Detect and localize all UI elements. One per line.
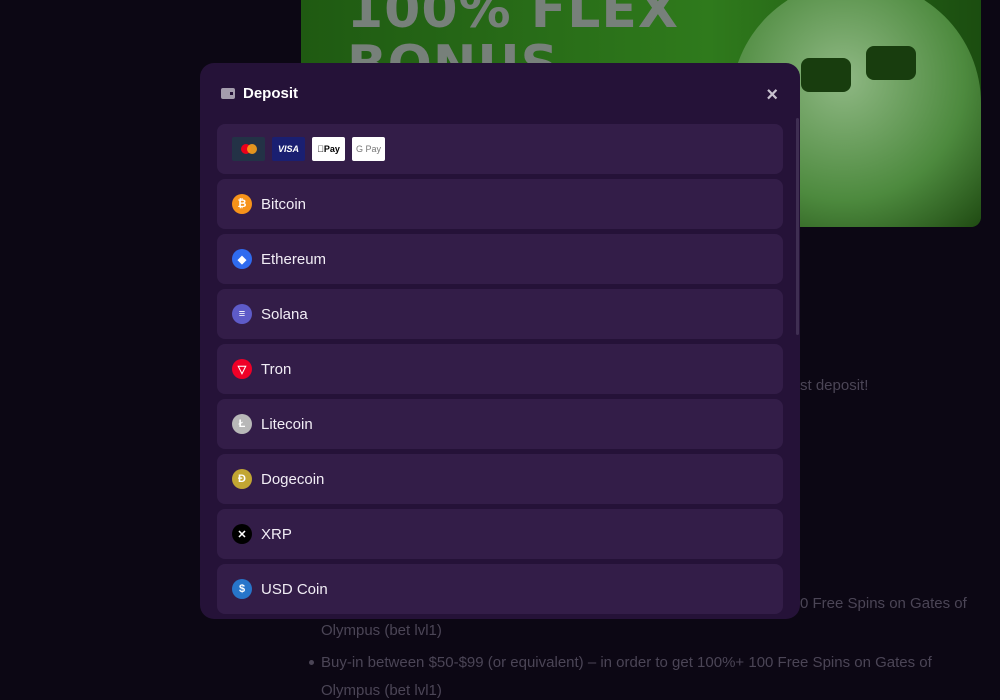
ethereum-icon: ◆	[232, 249, 252, 269]
payment-method-usd-coin[interactable]: $ USD Coin	[217, 564, 783, 614]
google-pay-icon: G Pay	[352, 137, 385, 161]
bullet	[309, 660, 314, 665]
payment-method-xrp[interactable]: ✕ XRP	[217, 509, 783, 559]
dogecoin-icon: Ð	[232, 469, 252, 489]
method-label: Dogecoin	[261, 470, 325, 488]
method-label: USD Coin	[261, 580, 328, 598]
payment-method-dogecoin[interactable]: Ð Dogecoin	[217, 454, 783, 504]
deposit-modal: Deposit × VISA Pay G Pay ₿ Bitcoin ◆ Ether…	[200, 63, 800, 619]
payment-method-list: VISA Pay G Pay ₿ Bitcoin ◆ Ethereum ≡ Solana…	[217, 124, 783, 619]
method-label: Solana	[261, 305, 308, 323]
wallet-icon	[221, 88, 235, 99]
bg-text-fragment: 0 Free Spins on Gates of	[800, 595, 967, 612]
close-button[interactable]: ×	[766, 84, 778, 107]
apple-pay-label: Pay	[320, 144, 340, 154]
bitcoin-icon: ₿	[232, 194, 252, 214]
payment-method-bitcoin[interactable]: ₿ Bitcoin	[217, 179, 783, 229]
method-label: Bitcoin	[261, 195, 307, 213]
scrollbar[interactable]	[796, 118, 799, 335]
bg-text-line: Buy-in between $50-$99 (or equivalent) –…	[321, 654, 932, 671]
payment-method-ethereum[interactable]: ◆ Ethereum	[217, 234, 783, 284]
payment-method-litecoin[interactable]: Ł Litecoin	[217, 399, 783, 449]
usd-coin-icon: $	[232, 579, 252, 599]
bg-text-line: Olympus (bet lvl1)	[321, 622, 442, 639]
method-label: Ethereum	[261, 250, 327, 268]
method-label: XRP	[261, 525, 292, 543]
method-label: Tron	[261, 360, 292, 378]
payment-method-solana[interactable]: ≡ Solana	[217, 289, 783, 339]
xrp-icon: ✕	[232, 524, 252, 544]
card-payment-option[interactable]: VISA Pay G Pay	[217, 124, 783, 174]
method-label: Litecoin	[261, 415, 313, 433]
modal-title: Deposit	[243, 85, 299, 102]
mastercard-icon	[232, 137, 265, 161]
litecoin-icon: Ł	[232, 414, 252, 434]
modal-header: Deposit	[221, 85, 298, 102]
tron-icon: ▽	[232, 359, 252, 379]
payment-method-tron[interactable]: ▽ Tron	[217, 344, 783, 394]
apple-pay-icon: Pay	[312, 137, 345, 161]
visa-icon: VISA	[272, 137, 305, 161]
banner-title-line1: 100% FLEX	[347, 0, 680, 40]
solana-icon: ≡	[232, 304, 252, 324]
bg-text-fragment: st deposit!	[800, 377, 869, 394]
bg-text-line: Olympus (bet lvl1)	[321, 682, 442, 699]
